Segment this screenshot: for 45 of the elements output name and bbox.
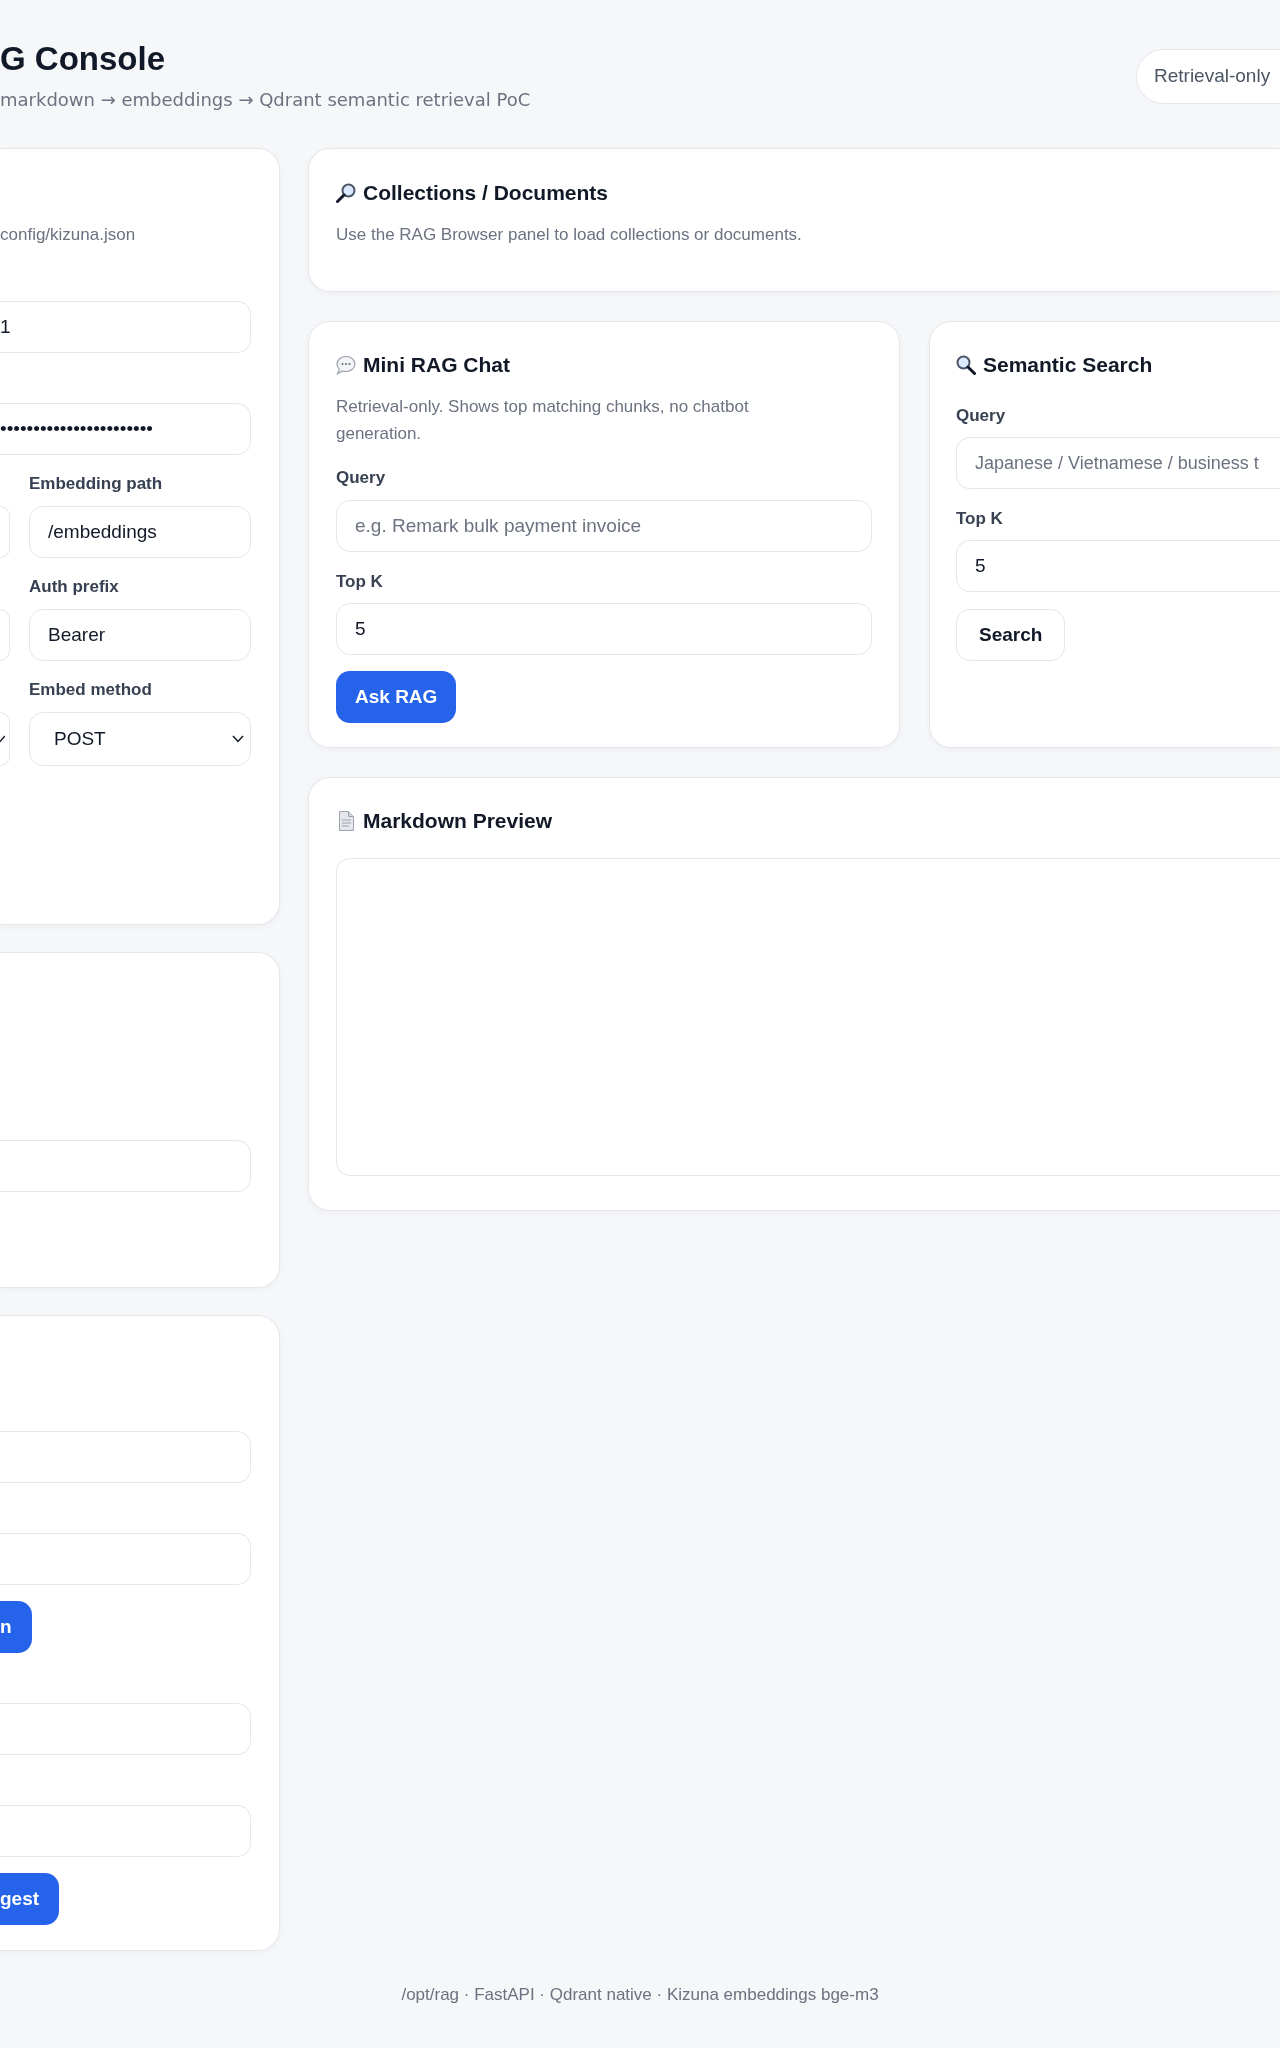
input-field[interactable]	[0, 506, 10, 558]
query-field[interactable]: e.g. Remark bulk payment invoice	[336, 500, 872, 552]
page-subtitle: markdown → embeddings → Qdrant semantic retrieval PoC	[0, 88, 531, 112]
card-description: Use the RAG Browser panel to load collections or documents.	[336, 224, 803, 246]
select-field[interactable]	[0, 712, 10, 766]
input-field[interactable]	[0, 1533, 251, 1585]
card-title: Semantic Search	[983, 352, 1153, 378]
page-title: G Console	[0, 39, 167, 79]
chevron-down-icon	[232, 735, 244, 743]
input-field[interactable]	[0, 609, 10, 661]
top-k-field[interactable]: 5	[956, 540, 1280, 592]
select-field[interactable]: POST	[29, 712, 251, 766]
input-field[interactable]: /embeddings	[29, 506, 251, 558]
field-label: Auth prefix	[29, 577, 120, 597]
input-field[interactable]: 1	[0, 301, 251, 353]
input-field[interactable]	[0, 1140, 251, 1192]
search-icon	[336, 183, 356, 203]
search-icon	[956, 355, 976, 375]
speech-bubble-icon	[336, 355, 356, 375]
field-label: Query	[336, 468, 387, 488]
query-field[interactable]: Japanese / Vietnamese / business t	[956, 437, 1280, 489]
field-label: Embedding path	[29, 474, 164, 494]
top-k-field[interactable]: 5	[336, 603, 872, 655]
input-field[interactable]	[0, 1703, 251, 1755]
password-field[interactable]: •••••••••••••••••••••••	[0, 403, 251, 455]
field-label: Query	[956, 406, 1007, 426]
field-label: Top K	[956, 509, 1004, 529]
input-field[interactable]	[0, 1431, 251, 1483]
card-title: Collections / Documents	[363, 180, 609, 206]
input-field[interactable]	[0, 1805, 251, 1857]
footer-text: /opt/rag · FastAPI · Qdrant native · Kizuna embeddings bge-m3	[400, 1984, 880, 2006]
chevron-down-icon	[0, 735, 5, 743]
ask-button[interactable]: Ask RAG	[336, 671, 457, 723]
search-button[interactable]: Search	[956, 609, 1066, 661]
mode-badge: Retrieval-only	[1136, 48, 1280, 104]
card-description: Retrieval-only. Shows top matching chunks, no chatbot generation.	[336, 396, 750, 445]
config-path-text: config/kizuna.json	[0, 224, 137, 246]
input-field[interactable]: Bearer	[29, 609, 251, 661]
action-button[interactable]: gest	[0, 1873, 60, 1925]
field-label: Top K	[336, 572, 384, 592]
action-button[interactable]: n	[0, 1601, 32, 1653]
document-icon	[336, 811, 356, 831]
card-title: Markdown Preview	[363, 808, 553, 834]
card-title: Mini RAG Chat	[363, 352, 510, 378]
field-label: Embed method	[29, 680, 153, 700]
